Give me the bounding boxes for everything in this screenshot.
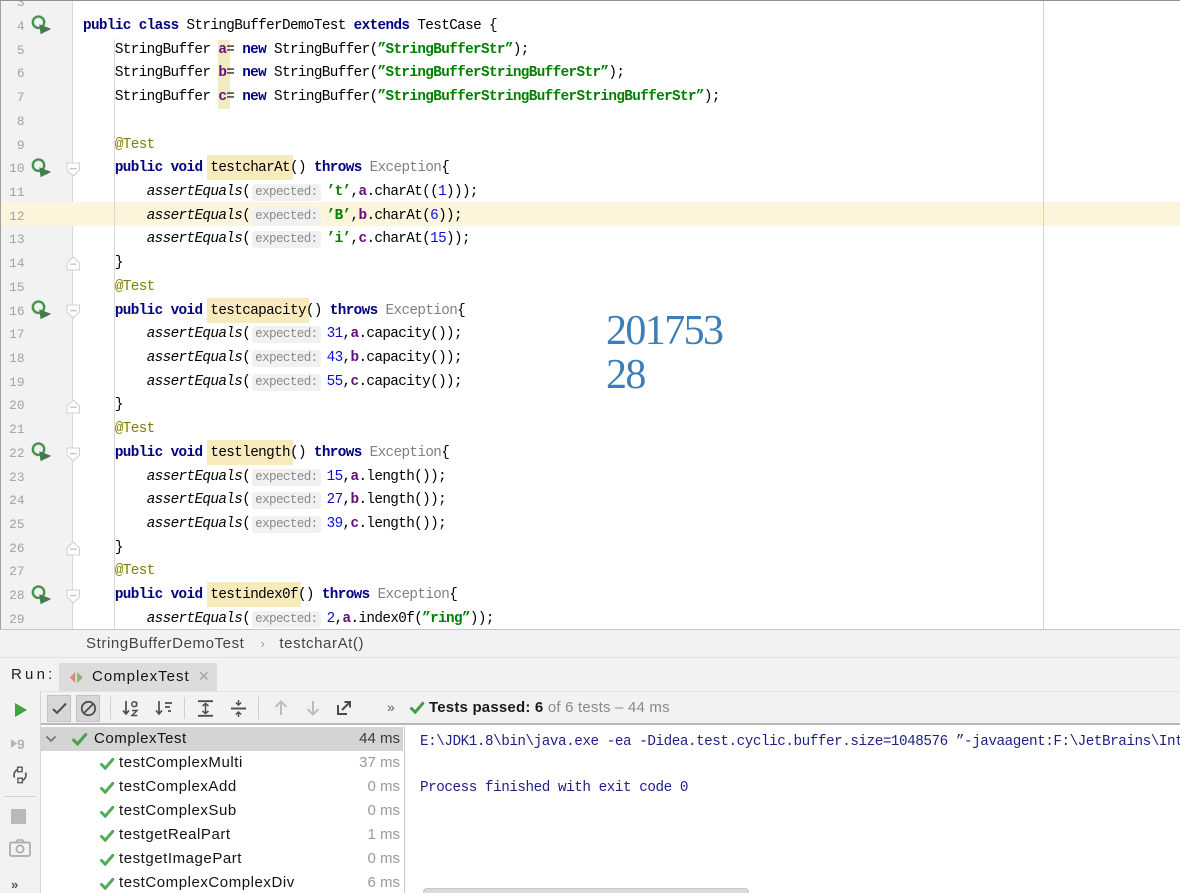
svg-text:9: 9	[17, 736, 25, 752]
